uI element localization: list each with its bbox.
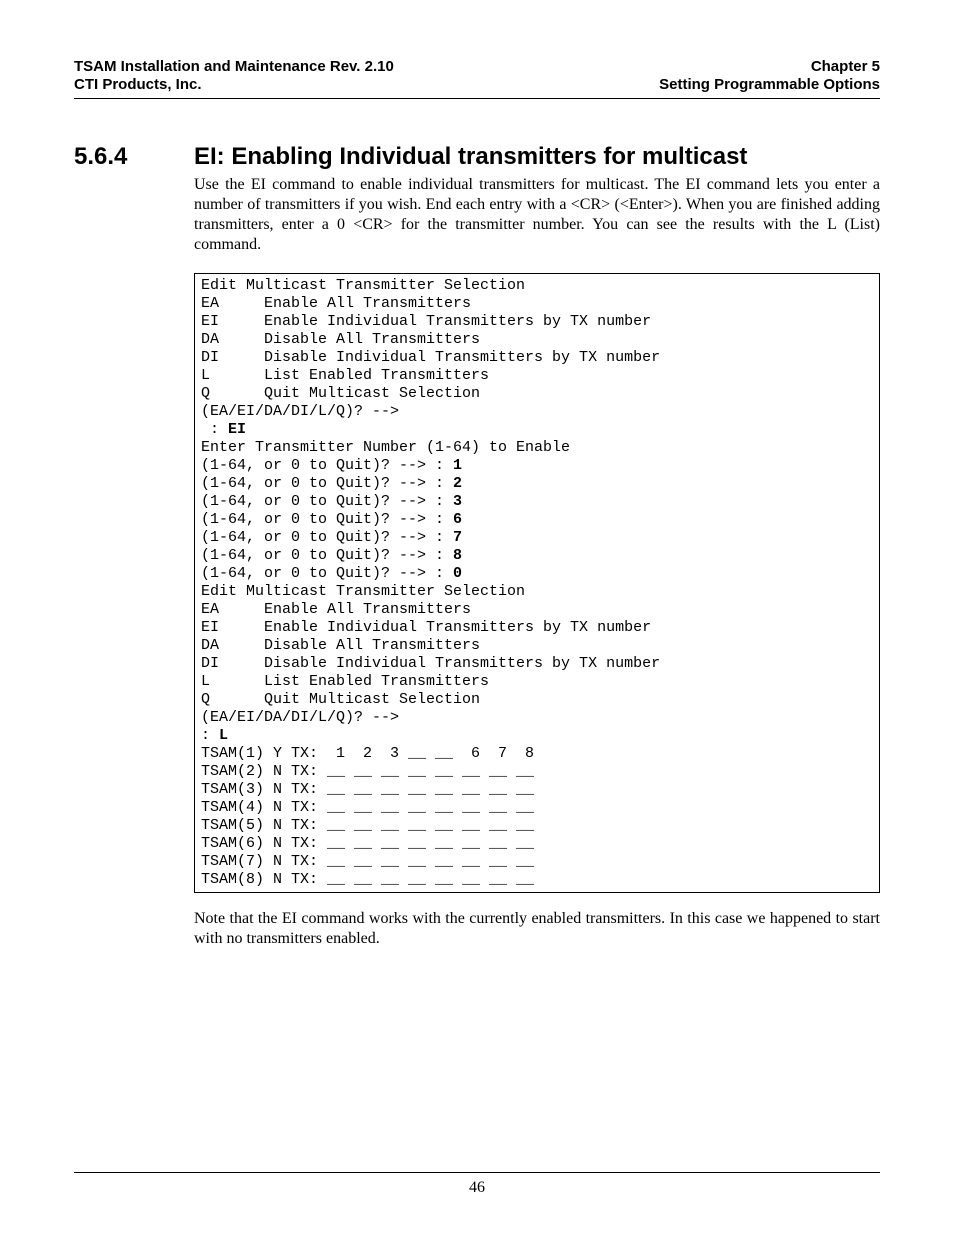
code-line: DA Disable All Transmitters <box>201 637 480 654</box>
code-line: L List Enabled Transmitters <box>201 673 489 690</box>
code-line: DI Disable Individual Transmitters by TX… <box>201 349 660 366</box>
code-line: Q Quit Multicast Selection <box>201 385 480 402</box>
user-input: 8 <box>453 547 462 564</box>
code-line: (1-64, or 0 to Quit)? --> : <box>201 565 453 582</box>
code-line: EI Enable Individual Transmitters by TX … <box>201 313 651 330</box>
terminal-output: Edit Multicast Transmitter Selection EA … <box>194 273 880 893</box>
header-rule <box>74 98 880 99</box>
code-line: DA Disable All Transmitters <box>201 331 480 348</box>
footer-rule <box>74 1172 880 1173</box>
header-left-1: TSAM Installation and Maintenance Rev. 2… <box>74 58 394 76</box>
code-line: EI Enable Individual Transmitters by TX … <box>201 619 651 636</box>
code-line: TSAM(2) N TX: __ __ __ __ __ __ __ __ <box>201 763 534 780</box>
code-line: Enter Transmitter Number (1-64) to Enabl… <box>201 439 570 456</box>
closing-note: Note that the EI command works with the … <box>194 909 880 949</box>
header-right-2: Setting Programmable Options <box>659 76 880 94</box>
code-line: : <box>201 727 219 744</box>
code-line: L List Enabled Transmitters <box>201 367 489 384</box>
code-line: EA Enable All Transmitters <box>201 295 471 312</box>
code-line: (1-64, or 0 to Quit)? --> : <box>201 547 453 564</box>
user-input: L <box>219 727 228 744</box>
page-footer: 46 <box>0 1172 954 1197</box>
user-input: 2 <box>453 475 462 492</box>
code-line: TSAM(7) N TX: __ __ __ __ __ __ __ __ <box>201 853 534 870</box>
user-input: 0 <box>453 565 462 582</box>
code-line: (1-64, or 0 to Quit)? --> : <box>201 529 453 546</box>
section-number: 5.6.4 <box>74 143 194 171</box>
header-row-1: TSAM Installation and Maintenance Rev. 2… <box>74 58 880 76</box>
user-input: 6 <box>453 511 462 528</box>
code-line: (EA/EI/DA/DI/L/Q)? --> <box>201 709 399 726</box>
code-line: EA Enable All Transmitters <box>201 601 471 618</box>
user-input: 3 <box>453 493 462 510</box>
user-input: 7 <box>453 529 462 546</box>
code-line: DI Disable Individual Transmitters by TX… <box>201 655 660 672</box>
code-line: (1-64, or 0 to Quit)? --> : <box>201 493 453 510</box>
code-line: (EA/EI/DA/DI/L/Q)? --> <box>201 403 399 420</box>
section-heading: 5.6.4 EI: Enabling Individual transmitte… <box>74 143 880 171</box>
page-number: 46 <box>469 1179 485 1196</box>
code-line: Q Quit Multicast Selection <box>201 691 480 708</box>
code-line: TSAM(4) N TX: __ __ __ __ __ __ __ __ <box>201 799 534 816</box>
code-line: Edit Multicast Transmitter Selection <box>201 277 525 294</box>
code-line: (1-64, or 0 to Quit)? --> : <box>201 475 453 492</box>
user-input: 1 <box>453 457 462 474</box>
code-line: TSAM(1) Y TX: 1 2 3 __ __ 6 7 8 <box>201 745 534 762</box>
code-line: TSAM(8) N TX: __ __ __ __ __ __ __ __ <box>201 871 534 888</box>
intro-paragraph: Use the EI command to enable individual … <box>194 175 880 255</box>
header-row-2: CTI Products, Inc. Setting Programmable … <box>74 76 880 94</box>
code-line: : <box>201 421 228 438</box>
code-line: TSAM(3) N TX: __ __ __ __ __ __ __ __ <box>201 781 534 798</box>
code-line: (1-64, or 0 to Quit)? --> : <box>201 511 453 528</box>
code-line: Edit Multicast Transmitter Selection <box>201 583 525 600</box>
header-left-2: CTI Products, Inc. <box>74 76 202 94</box>
code-line: TSAM(5) N TX: __ __ __ __ __ __ __ __ <box>201 817 534 834</box>
code-line: TSAM(6) N TX: __ __ __ __ __ __ __ __ <box>201 835 534 852</box>
header-right-1: Chapter 5 <box>811 58 880 76</box>
section-title: EI: Enabling Individual transmitters for… <box>194 143 747 171</box>
code-line: (1-64, or 0 to Quit)? --> : <box>201 457 453 474</box>
user-input: EI <box>228 421 246 438</box>
